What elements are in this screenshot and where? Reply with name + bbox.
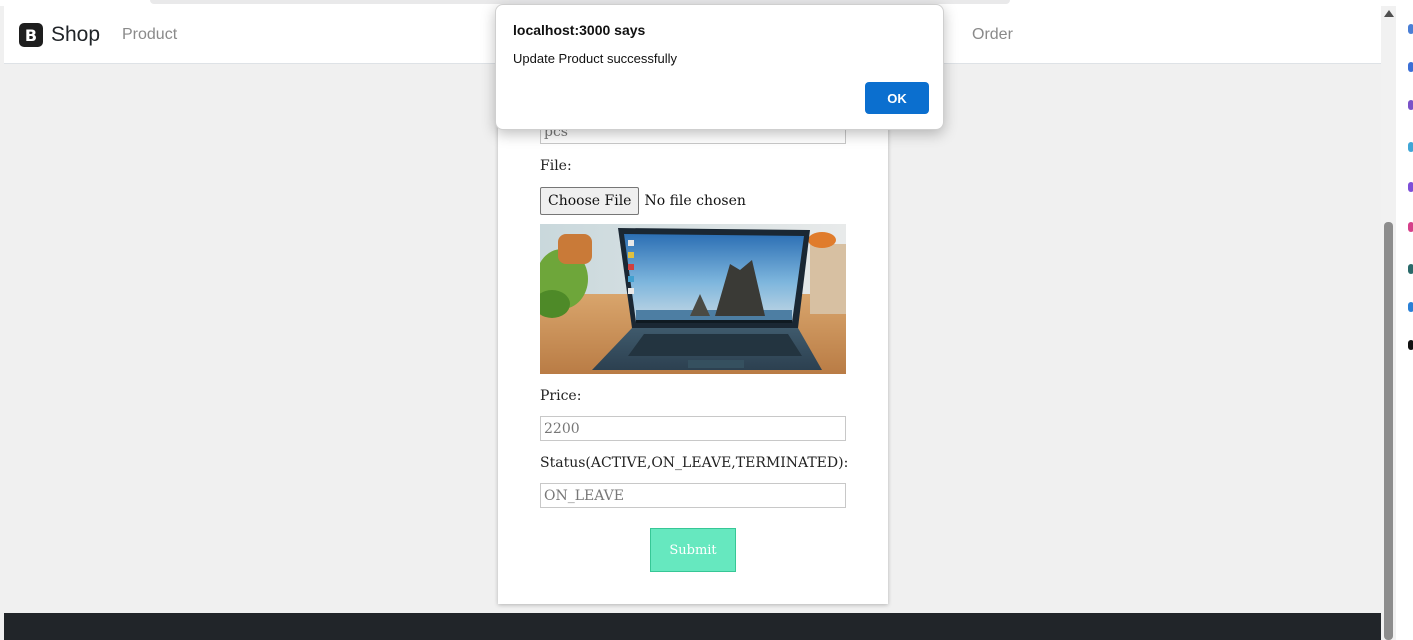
side-panel-icon[interactable]	[1408, 62, 1413, 72]
bootstrap-logo-icon: B	[19, 23, 43, 47]
file-status-text: No file chosen	[644, 193, 746, 209]
price-label: Price:	[540, 388, 582, 404]
browser-side-panel	[1396, 0, 1413, 640]
submit-button[interactable]: Submit	[650, 528, 736, 572]
side-panel-icon[interactable]	[1408, 100, 1413, 110]
alert-dialog: localhost:3000 says Update Product succe…	[495, 4, 944, 130]
product-form-card: File: Choose File No file chosen	[498, 64, 888, 604]
side-panel-icon[interactable]	[1408, 340, 1413, 350]
scroll-up-arrow-icon[interactable]	[1384, 10, 1394, 17]
nav-link-product[interactable]: Product	[122, 26, 177, 44]
product-image	[540, 224, 846, 374]
file-picker: Choose File No file chosen	[540, 187, 746, 215]
nav-link-order[interactable]: Order	[972, 26, 1013, 44]
side-panel-icon[interactable]	[1408, 142, 1413, 152]
dialog-title: localhost:3000 says	[513, 22, 646, 38]
navbar-brand[interactable]: B Shop	[19, 23, 100, 47]
price-input[interactable]	[540, 416, 846, 441]
brand-name: Shop	[51, 23, 101, 46]
side-panel-icon[interactable]	[1408, 264, 1413, 274]
side-panel-icon[interactable]	[1408, 222, 1413, 232]
choose-file-button[interactable]: Choose File	[540, 187, 640, 215]
footer	[4, 613, 1381, 640]
file-label: File:	[540, 158, 572, 174]
dialog-message: Update Product successfully	[513, 51, 678, 66]
status-label: Status(ACTIVE,ON_LEAVE,TERMINATED):	[540, 455, 849, 471]
side-panel-icon[interactable]	[1408, 24, 1413, 34]
scrollbar-thumb[interactable]	[1384, 222, 1393, 640]
side-panel-icon[interactable]	[1408, 182, 1413, 192]
ok-button[interactable]: OK	[865, 82, 929, 114]
side-panel-icon[interactable]	[1408, 302, 1413, 312]
status-input[interactable]	[540, 483, 846, 508]
